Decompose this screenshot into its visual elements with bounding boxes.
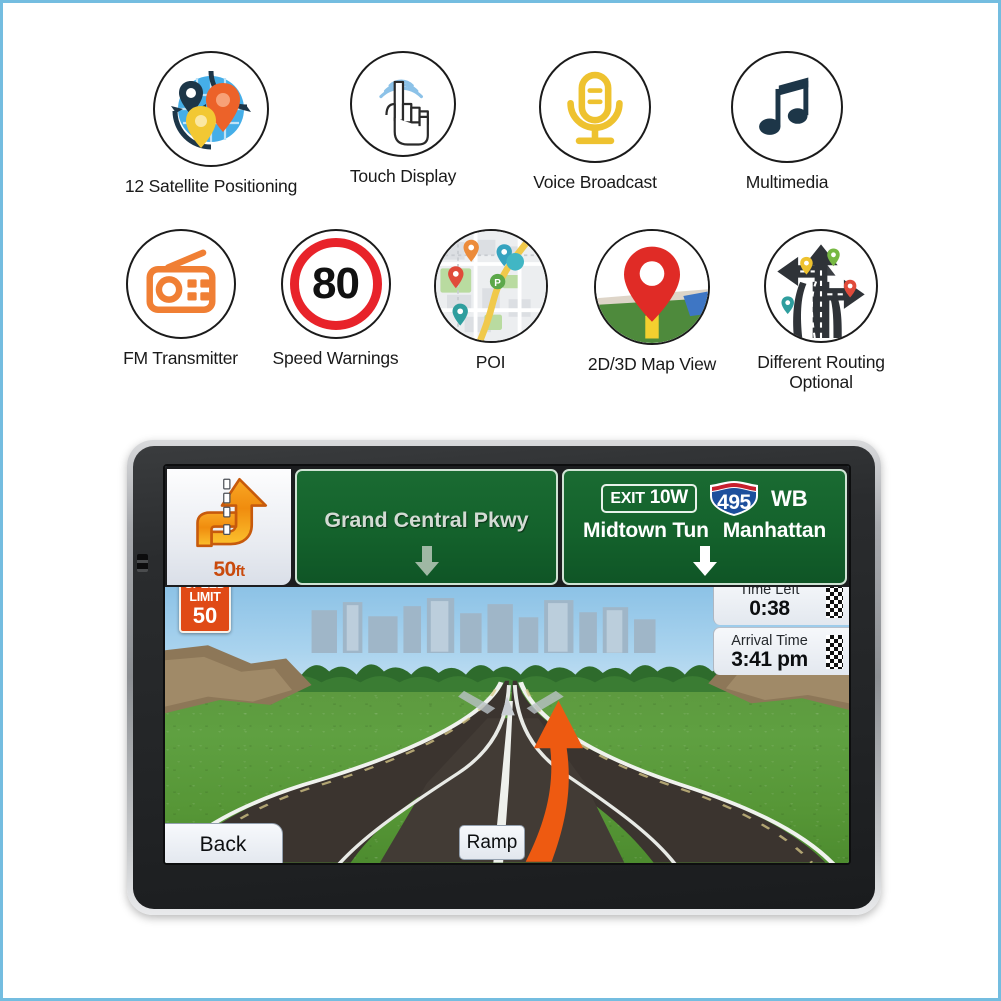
info-value: 0:38 bbox=[749, 597, 790, 621]
ramp-label-button[interactable]: Ramp bbox=[459, 825, 525, 860]
device-screen-frame: 50ft Grand Central Pkwy EXIT 10W 495 WB … bbox=[163, 464, 851, 865]
feature-label: Touch Display bbox=[349, 166, 457, 186]
product-feature-page: 12 Satellite Positioning Touch Display V… bbox=[0, 0, 1001, 1001]
satellite-globe-icon bbox=[153, 51, 269, 167]
feature-multimedia: Multimedia bbox=[691, 51, 883, 196]
navigation-screen[interactable]: 50ft Grand Central Pkwy EXIT 10W 495 WB … bbox=[165, 466, 849, 863]
guidance-bar: 50ft Grand Central Pkwy EXIT 10W 495 WB … bbox=[165, 466, 849, 587]
microphone-icon bbox=[539, 51, 651, 163]
destination-2: Manhattan bbox=[722, 519, 826, 542]
routing-arrows-icon bbox=[764, 229, 878, 343]
device-bezel: 50ft Grand Central Pkwy EXIT 10W 495 WB … bbox=[133, 446, 875, 909]
feature-label: Multimedia bbox=[745, 172, 829, 192]
turn-instruction-panel[interactable]: 50ft bbox=[167, 469, 291, 585]
exit-sign[interactable]: EXIT 10W 495 WB Midtown Tun Manhattan bbox=[562, 469, 847, 585]
device-side-button[interactable] bbox=[137, 554, 148, 572]
exit-prefix: EXIT bbox=[610, 490, 645, 507]
info-value: 3:41 pm bbox=[731, 647, 808, 671]
feature-speed-warnings: 80 Speed Warnings bbox=[258, 229, 413, 392]
feature-satellite-positioning: 12 Satellite Positioning bbox=[115, 51, 307, 196]
info-label: Arrival Time bbox=[731, 632, 808, 649]
interstate-shield-icon: 495 bbox=[708, 480, 760, 517]
info-arrival-time[interactable]: Arrival Time 3:41 pm bbox=[713, 626, 849, 676]
exit-destinations: Midtown Tun Manhattan bbox=[583, 519, 826, 543]
down-arrow-icon bbox=[414, 546, 439, 576]
feature-label: Speed Warnings bbox=[272, 348, 399, 368]
svg-text:P: P bbox=[494, 278, 501, 289]
destination-1: Midtown Tun bbox=[583, 519, 709, 542]
street-name: Grand Central Pkwy bbox=[324, 507, 529, 532]
feature-poi: P POI bbox=[413, 229, 568, 392]
turn-distance-value: 50 bbox=[213, 558, 236, 581]
turn-distance-unit: ft bbox=[235, 563, 246, 580]
feature-touch-display: Touch Display bbox=[307, 51, 499, 196]
route-number: 495 bbox=[717, 491, 751, 514]
poi-map-icon: P bbox=[433, 229, 548, 343]
street-name-sign[interactable]: Grand Central Pkwy bbox=[295, 469, 558, 585]
turn-distance: 50ft bbox=[213, 558, 246, 582]
speed-sign-80-icon: 80 bbox=[280, 229, 391, 339]
feature-map-view: 2D/3D Map View bbox=[568, 229, 736, 392]
exit-tag: EXIT 10W bbox=[601, 484, 697, 513]
exit-header-row: EXIT 10W 495 WB bbox=[601, 480, 808, 517]
feature-fm-transmitter: FM Transmitter bbox=[103, 229, 258, 392]
map-pin-icon bbox=[594, 229, 710, 345]
checkered-flag-icon bbox=[826, 634, 843, 669]
speed-limit-line2: LIMIT bbox=[189, 589, 221, 604]
feature-label: POI bbox=[475, 352, 506, 372]
feature-row-2: FM Transmitter 80 Speed Warnings P POI 2… bbox=[103, 229, 906, 392]
feature-label: 2D/3D Map View bbox=[587, 354, 717, 374]
lane-change-arrow-icon bbox=[196, 477, 268, 548]
radio-icon bbox=[125, 229, 236, 339]
exit-number: 10W bbox=[649, 487, 688, 508]
feature-label: 12 Satellite Positioning bbox=[124, 176, 298, 196]
checkered-flag-icon bbox=[826, 584, 843, 619]
gps-navigator-device: 50ft Grand Central Pkwy EXIT 10W 495 WB … bbox=[127, 440, 881, 915]
speed-limit-value: 50 bbox=[192, 602, 218, 628]
exit-direction: WB bbox=[770, 485, 808, 511]
speed-value: 80 bbox=[312, 259, 360, 308]
feature-voice-broadcast: Voice Broadcast bbox=[499, 51, 691, 196]
touch-finger-icon bbox=[350, 51, 456, 157]
feature-label: FM Transmitter bbox=[123, 348, 238, 368]
back-button[interactable]: Back bbox=[165, 823, 283, 863]
feature-row-1: 12 Satellite Positioning Touch Display V… bbox=[115, 51, 883, 196]
music-note-icon bbox=[731, 51, 843, 163]
feature-different-routing: Different Routing Optional bbox=[736, 229, 906, 392]
feature-label: Voice Broadcast bbox=[533, 172, 657, 192]
feature-label: Different Routing Optional bbox=[757, 352, 885, 393]
down-arrow-icon bbox=[692, 546, 717, 576]
